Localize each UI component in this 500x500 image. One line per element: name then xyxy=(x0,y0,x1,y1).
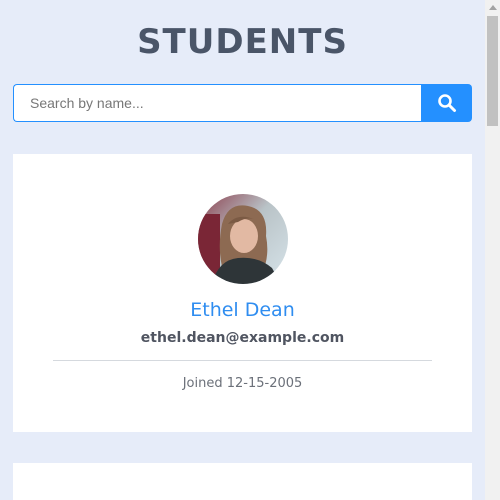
joined-date: Joined 12-15-2005 xyxy=(182,376,303,391)
search-button[interactable] xyxy=(421,84,472,122)
page-title: STUDENTS xyxy=(137,22,348,62)
student-name[interactable]: Ethel Dean xyxy=(13,299,472,321)
student-email: ethel.dean@example.com xyxy=(140,330,345,346)
student-card xyxy=(13,463,472,500)
card-divider xyxy=(53,360,432,361)
scrollbar[interactable] xyxy=(485,0,500,500)
avatar xyxy=(198,194,288,284)
search-bar xyxy=(13,84,472,122)
scroll-up-arrow-icon[interactable] xyxy=(485,0,500,15)
student-card: Ethel Dean ethel.dean@example.com Joined… xyxy=(13,154,472,432)
scrollbar-thumb[interactable] xyxy=(487,16,498,126)
search-input[interactable] xyxy=(13,84,421,122)
search-icon xyxy=(437,94,456,112)
page-viewport: STUDENTS Search by name... Ethel Dean et… xyxy=(0,0,485,500)
